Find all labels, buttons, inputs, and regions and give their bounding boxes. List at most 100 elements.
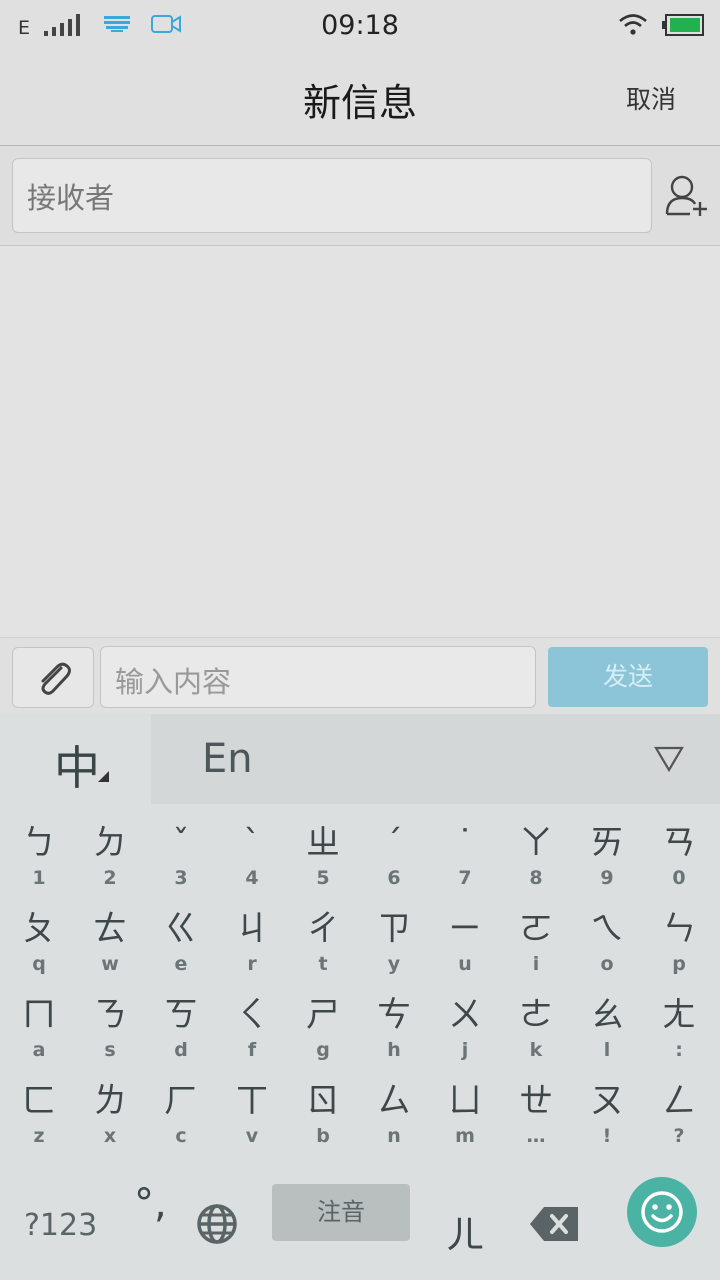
triangle-down-icon[interactable]	[654, 746, 684, 772]
key-glyph: ㄏ	[164, 1081, 198, 1121]
key-glyph: ㄋ	[93, 995, 127, 1035]
keyboard-key[interactable]: ㄔt	[287, 906, 359, 992]
numbers-key[interactable]: ?123	[24, 1208, 97, 1243]
message-content-input[interactable]: 输入内容	[100, 646, 536, 708]
keyboard-key[interactable]: ˇ3	[145, 820, 217, 906]
keyboard-key[interactable]: ㄇa	[3, 992, 75, 1078]
key-glyph: ㄥ	[662, 1081, 696, 1121]
keyboard-key[interactable]: ㄣp	[643, 906, 715, 992]
globe-icon[interactable]	[196, 1203, 238, 1245]
key-sublabel: w	[101, 953, 119, 975]
key-sublabel: 1	[32, 867, 46, 889]
key-sublabel: p	[672, 953, 686, 975]
key-sublabel: f	[247, 1039, 257, 1061]
keyboard-key[interactable]: ㄉ2	[74, 820, 146, 906]
er-key[interactable]: ㄦ	[446, 1204, 484, 1259]
key-glyph: ㄉ	[93, 823, 127, 863]
keyboard-key[interactable]: ㄘh	[358, 992, 430, 1078]
title-bar: 新信息 取消	[0, 52, 720, 146]
send-button[interactable]: 发送	[548, 647, 708, 707]
keyboard-key[interactable]: ˊ6	[358, 820, 430, 906]
recipient-input[interactable]: 接收者	[12, 158, 652, 233]
space-key[interactable]: 注音	[272, 1184, 410, 1241]
keyboard-key[interactable]: ㄨj	[429, 992, 501, 1078]
key-sublabel: o	[600, 953, 614, 975]
key-glyph: ㄙ	[377, 1081, 411, 1121]
key-sublabel: y	[387, 953, 401, 975]
key-glyph: ㄨ	[448, 995, 482, 1035]
key-sublabel: 3	[174, 867, 188, 889]
keyboard-key[interactable]: ㄋs	[74, 992, 146, 1078]
keyboard-key[interactable]: ㄐr	[216, 906, 288, 992]
keyboard-key[interactable]: ㄓ5	[287, 820, 359, 906]
keyboard-bottom-row: ?123 °, 注音 ㄦ	[0, 1170, 720, 1280]
key-sublabel: h	[387, 1039, 401, 1061]
key-glyph: ㄠ	[590, 995, 624, 1035]
key-glyph: ㄌ	[93, 1081, 127, 1121]
battery-icon	[662, 14, 704, 36]
key-sublabel: n	[387, 1125, 401, 1147]
key-glyph: ㄖ	[306, 1081, 340, 1121]
key-sublabel: e	[174, 953, 188, 975]
key-glyph: ㄑ	[235, 995, 269, 1035]
keyboard-key[interactable]: ㄞ9	[571, 820, 643, 906]
lang-chinese-key[interactable]: 中	[0, 714, 151, 804]
backspace-icon[interactable]	[530, 1207, 578, 1241]
keyboard-key[interactable]: ㄖb	[287, 1078, 359, 1164]
keyboard-key[interactable]: ㄡ!	[571, 1078, 643, 1164]
cancel-button[interactable]: 取消	[626, 80, 676, 116]
key-sublabel: u	[458, 953, 472, 975]
lang-chinese-label: 中	[54, 741, 100, 795]
key-glyph: ㄈ	[22, 1081, 56, 1121]
keyboard-key[interactable]: ㄒv	[216, 1078, 288, 1164]
keyboard-key[interactable]: ㄤ:	[643, 992, 715, 1078]
keyboard-key[interactable]: ˙ 7	[429, 820, 501, 906]
keyboard-key[interactable]: ㄌx	[74, 1078, 146, 1164]
key-glyph: ㄕ	[306, 995, 340, 1035]
keyboard-key[interactable]: ㄢ0	[643, 820, 715, 906]
keyboard-key[interactable]: ㄗy	[358, 906, 430, 992]
key-glyph: ㄒ	[235, 1081, 269, 1121]
key-sublabel: j	[461, 1039, 469, 1061]
keyboard-key[interactable]: ㄙn	[358, 1078, 430, 1164]
keyboard-key[interactable]: ㄈz	[3, 1078, 75, 1164]
keyboard-key[interactable]: ㄑf	[216, 992, 288, 1078]
keyboard-key[interactable]: ㄅ1	[3, 820, 75, 906]
key-glyph: ㄅ	[22, 823, 56, 863]
key-sublabel: k	[529, 1039, 543, 1061]
keyboard-key[interactable]: ㄏc	[145, 1078, 217, 1164]
punctuation-key[interactable]: °,	[134, 1184, 167, 1224]
key-sublabel: 5	[316, 867, 330, 889]
key-sublabel: b	[316, 1125, 330, 1147]
key-glyph: ㄐ	[235, 909, 269, 949]
corner-triangle-icon	[98, 771, 109, 782]
emoji-button[interactable]	[627, 1177, 697, 1247]
keyboard-key[interactable]: ㄥ?	[643, 1078, 715, 1164]
keyboard-key[interactable]: ㄚ8	[500, 820, 572, 906]
keyboard-key[interactable]: ㄍe	[145, 906, 217, 992]
key-sublabel: z	[33, 1125, 45, 1147]
add-contact-icon[interactable]	[664, 174, 710, 218]
compose-bar: 输入内容 发送	[0, 637, 720, 714]
keyboard-key[interactable]: ㄧu	[429, 906, 501, 992]
key-glyph: ㄛ	[519, 909, 553, 949]
keyboard-key[interactable]: ㄩm	[429, 1078, 501, 1164]
keyboard-key[interactable]: ㄆq	[3, 906, 75, 992]
key-glyph: ㄔ	[306, 909, 340, 949]
keyboard-key[interactable]: ㄕg	[287, 992, 359, 1078]
keyboard-toolbar: 中 En	[0, 714, 720, 804]
keyboard-key[interactable]: ˋ4	[216, 820, 288, 906]
keyboard-key[interactable]: ㄊw	[74, 906, 146, 992]
keyboard-key[interactable]: ㄎd	[145, 992, 217, 1078]
key-sublabel: q	[32, 953, 46, 975]
key-glyph: ˊ	[385, 823, 403, 863]
keyboard-key[interactable]: ㄜk	[500, 992, 572, 1078]
keyboard-key[interactable]: ㄟo	[571, 906, 643, 992]
keyboard-key[interactable]: ㄝ…	[500, 1078, 572, 1164]
keyboard-key[interactable]: ㄠl	[571, 992, 643, 1078]
lang-english-key[interactable]: En	[202, 736, 253, 782]
attach-button[interactable]	[12, 647, 94, 708]
key-glyph: ㄡ	[590, 1081, 624, 1121]
key-sublabel: x	[103, 1125, 117, 1147]
keyboard-key[interactable]: ㄛi	[500, 906, 572, 992]
